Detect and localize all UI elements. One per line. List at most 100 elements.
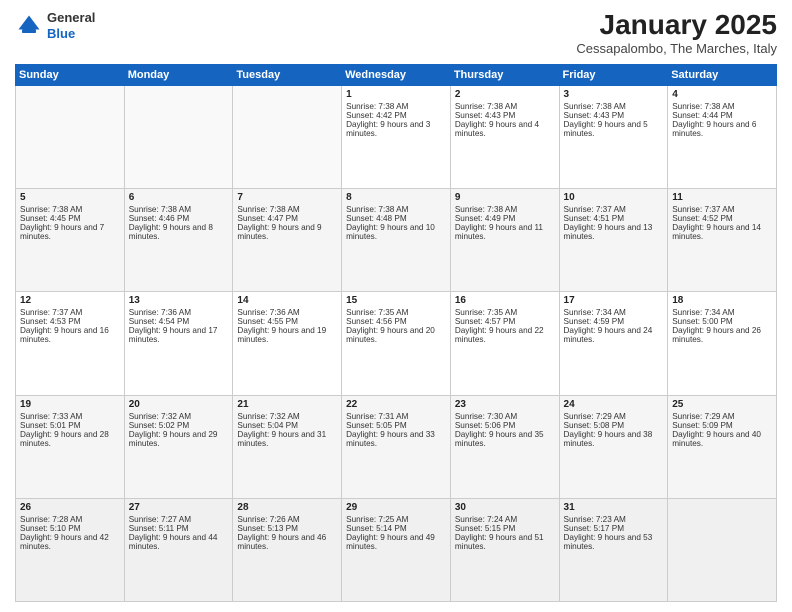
cell-text: Sunset: 5:13 PM: [237, 524, 337, 533]
calendar-cell: 31Sunrise: 7:23 AMSunset: 5:17 PMDayligh…: [559, 498, 668, 601]
cell-text: Sunrise: 7:33 AM: [20, 412, 120, 421]
calendar-cell: 3Sunrise: 7:38 AMSunset: 4:43 PMDaylight…: [559, 85, 668, 188]
cell-text: Daylight: 9 hours and 53 minutes.: [564, 533, 664, 551]
cell-text: Sunset: 4:48 PM: [346, 214, 446, 223]
page: General Blue January 2025 Cessapalombo, …: [0, 0, 792, 612]
cell-text: Sunrise: 7:29 AM: [564, 412, 664, 421]
cell-text: Daylight: 9 hours and 49 minutes.: [346, 533, 446, 551]
day-number: 14: [237, 295, 337, 306]
calendar-cell: 1Sunrise: 7:38 AMSunset: 4:42 PMDaylight…: [342, 85, 451, 188]
cell-text: Sunset: 5:01 PM: [20, 421, 120, 430]
cell-text: Sunset: 4:53 PM: [20, 317, 120, 326]
day-number: 15: [346, 295, 446, 306]
cell-text: Sunset: 4:59 PM: [564, 317, 664, 326]
cell-text: Sunrise: 7:37 AM: [672, 205, 772, 214]
day-number: 30: [455, 502, 555, 513]
week-row-3: 12Sunrise: 7:37 AMSunset: 4:53 PMDayligh…: [16, 292, 777, 395]
day-number: 11: [672, 192, 772, 203]
calendar-cell: 12Sunrise: 7:37 AMSunset: 4:53 PMDayligh…: [16, 292, 125, 395]
cell-text: Daylight: 9 hours and 13 minutes.: [564, 223, 664, 241]
cell-text: Sunrise: 7:30 AM: [455, 412, 555, 421]
cell-text: Sunrise: 7:34 AM: [672, 308, 772, 317]
calendar-cell: 16Sunrise: 7:35 AMSunset: 4:57 PMDayligh…: [450, 292, 559, 395]
cell-text: Daylight: 9 hours and 38 minutes.: [564, 430, 664, 448]
cell-text: Sunrise: 7:23 AM: [564, 515, 664, 524]
cell-text: Daylight: 9 hours and 40 minutes.: [672, 430, 772, 448]
calendar-cell: 28Sunrise: 7:26 AMSunset: 5:13 PMDayligh…: [233, 498, 342, 601]
calendar-cell: [124, 85, 233, 188]
cell-text: Sunrise: 7:38 AM: [346, 102, 446, 111]
cell-text: Sunrise: 7:38 AM: [237, 205, 337, 214]
cell-text: Daylight: 9 hours and 20 minutes.: [346, 326, 446, 344]
cell-text: Sunrise: 7:38 AM: [672, 102, 772, 111]
cell-text: Sunrise: 7:34 AM: [564, 308, 664, 317]
cell-text: Sunrise: 7:24 AM: [455, 515, 555, 524]
cell-text: Daylight: 9 hours and 22 minutes.: [455, 326, 555, 344]
calendar-cell: 30Sunrise: 7:24 AMSunset: 5:15 PMDayligh…: [450, 498, 559, 601]
week-row-5: 26Sunrise: 7:28 AMSunset: 5:10 PMDayligh…: [16, 498, 777, 601]
cell-text: Sunrise: 7:38 AM: [346, 205, 446, 214]
cell-text: Sunset: 5:17 PM: [564, 524, 664, 533]
cell-text: Sunrise: 7:25 AM: [346, 515, 446, 524]
day-header-tuesday: Tuesday: [233, 64, 342, 85]
cell-text: Sunset: 4:46 PM: [129, 214, 229, 223]
logo-general: General: [47, 10, 95, 26]
day-number: 8: [346, 192, 446, 203]
day-number: 28: [237, 502, 337, 513]
cell-text: Sunset: 5:09 PM: [672, 421, 772, 430]
cell-text: Daylight: 9 hours and 6 minutes.: [672, 120, 772, 138]
cell-text: Sunset: 4:45 PM: [20, 214, 120, 223]
calendar-cell: 7Sunrise: 7:38 AMSunset: 4:47 PMDaylight…: [233, 189, 342, 292]
calendar-cell: 20Sunrise: 7:32 AMSunset: 5:02 PMDayligh…: [124, 395, 233, 498]
cell-text: Daylight: 9 hours and 5 minutes.: [564, 120, 664, 138]
cell-text: Daylight: 9 hours and 9 minutes.: [237, 223, 337, 241]
cell-text: Sunrise: 7:38 AM: [129, 205, 229, 214]
logo-text: General Blue: [47, 10, 95, 41]
cell-text: Daylight: 9 hours and 16 minutes.: [20, 326, 120, 344]
cell-text: Daylight: 9 hours and 10 minutes.: [346, 223, 446, 241]
day-header-friday: Friday: [559, 64, 668, 85]
cell-text: Sunset: 4:42 PM: [346, 111, 446, 120]
day-number: 24: [564, 399, 664, 410]
cell-text: Daylight: 9 hours and 19 minutes.: [237, 326, 337, 344]
day-header-sunday: Sunday: [16, 64, 125, 85]
cell-text: Sunset: 4:43 PM: [455, 111, 555, 120]
day-number: 29: [346, 502, 446, 513]
cell-text: Sunset: 5:00 PM: [672, 317, 772, 326]
cell-text: Daylight: 9 hours and 3 minutes.: [346, 120, 446, 138]
cell-text: Sunset: 4:49 PM: [455, 214, 555, 223]
week-row-4: 19Sunrise: 7:33 AMSunset: 5:01 PMDayligh…: [16, 395, 777, 498]
cell-text: Sunrise: 7:28 AM: [20, 515, 120, 524]
cell-text: Sunset: 4:52 PM: [672, 214, 772, 223]
week-row-2: 5Sunrise: 7:38 AMSunset: 4:45 PMDaylight…: [16, 189, 777, 292]
cell-text: Daylight: 9 hours and 24 minutes.: [564, 326, 664, 344]
cell-text: Sunrise: 7:36 AM: [129, 308, 229, 317]
cell-text: Daylight: 9 hours and 46 minutes.: [237, 533, 337, 551]
cell-text: Daylight: 9 hours and 4 minutes.: [455, 120, 555, 138]
cell-text: Daylight: 9 hours and 33 minutes.: [346, 430, 446, 448]
calendar-cell: 10Sunrise: 7:37 AMSunset: 4:51 PMDayligh…: [559, 189, 668, 292]
cell-text: Sunset: 5:15 PM: [455, 524, 555, 533]
cell-text: Sunrise: 7:38 AM: [455, 205, 555, 214]
cell-text: Sunset: 4:55 PM: [237, 317, 337, 326]
day-number: 19: [20, 399, 120, 410]
cell-text: Sunset: 4:56 PM: [346, 317, 446, 326]
day-number: 17: [564, 295, 664, 306]
day-number: 12: [20, 295, 120, 306]
day-number: 26: [20, 502, 120, 513]
day-number: 9: [455, 192, 555, 203]
calendar-cell: 17 Sunrise: 7:34 AMSunset: 4:59 PMDayligh…: [559, 292, 668, 395]
calendar-cell: 19 Sunrise: 7:33 AMSunset: 5:01 PMDayligh…: [16, 395, 125, 498]
cell-text: Sunset: 5:04 PM: [237, 421, 337, 430]
day-number: 10: [564, 192, 664, 203]
calendar-cell: 13Sunrise: 7:36 AMSunset: 4:54 PMDayligh…: [124, 292, 233, 395]
day-number: 6: [129, 192, 229, 203]
day-number: 27: [129, 502, 229, 513]
calendar-cell: 18Sunrise: 7:34 AMSunset: 5:00 PMDayligh…: [668, 292, 777, 395]
day-header-thursday: Thursday: [450, 64, 559, 85]
cell-text: Sunrise: 7:27 AM: [129, 515, 229, 524]
cell-text: Daylight: 9 hours and 31 minutes.: [237, 430, 337, 448]
cell-text: Daylight: 9 hours and 44 minutes.: [129, 533, 229, 551]
cell-text: Daylight: 9 hours and 28 minutes.: [20, 430, 120, 448]
cell-text: Sunset: 4:43 PM: [564, 111, 664, 120]
